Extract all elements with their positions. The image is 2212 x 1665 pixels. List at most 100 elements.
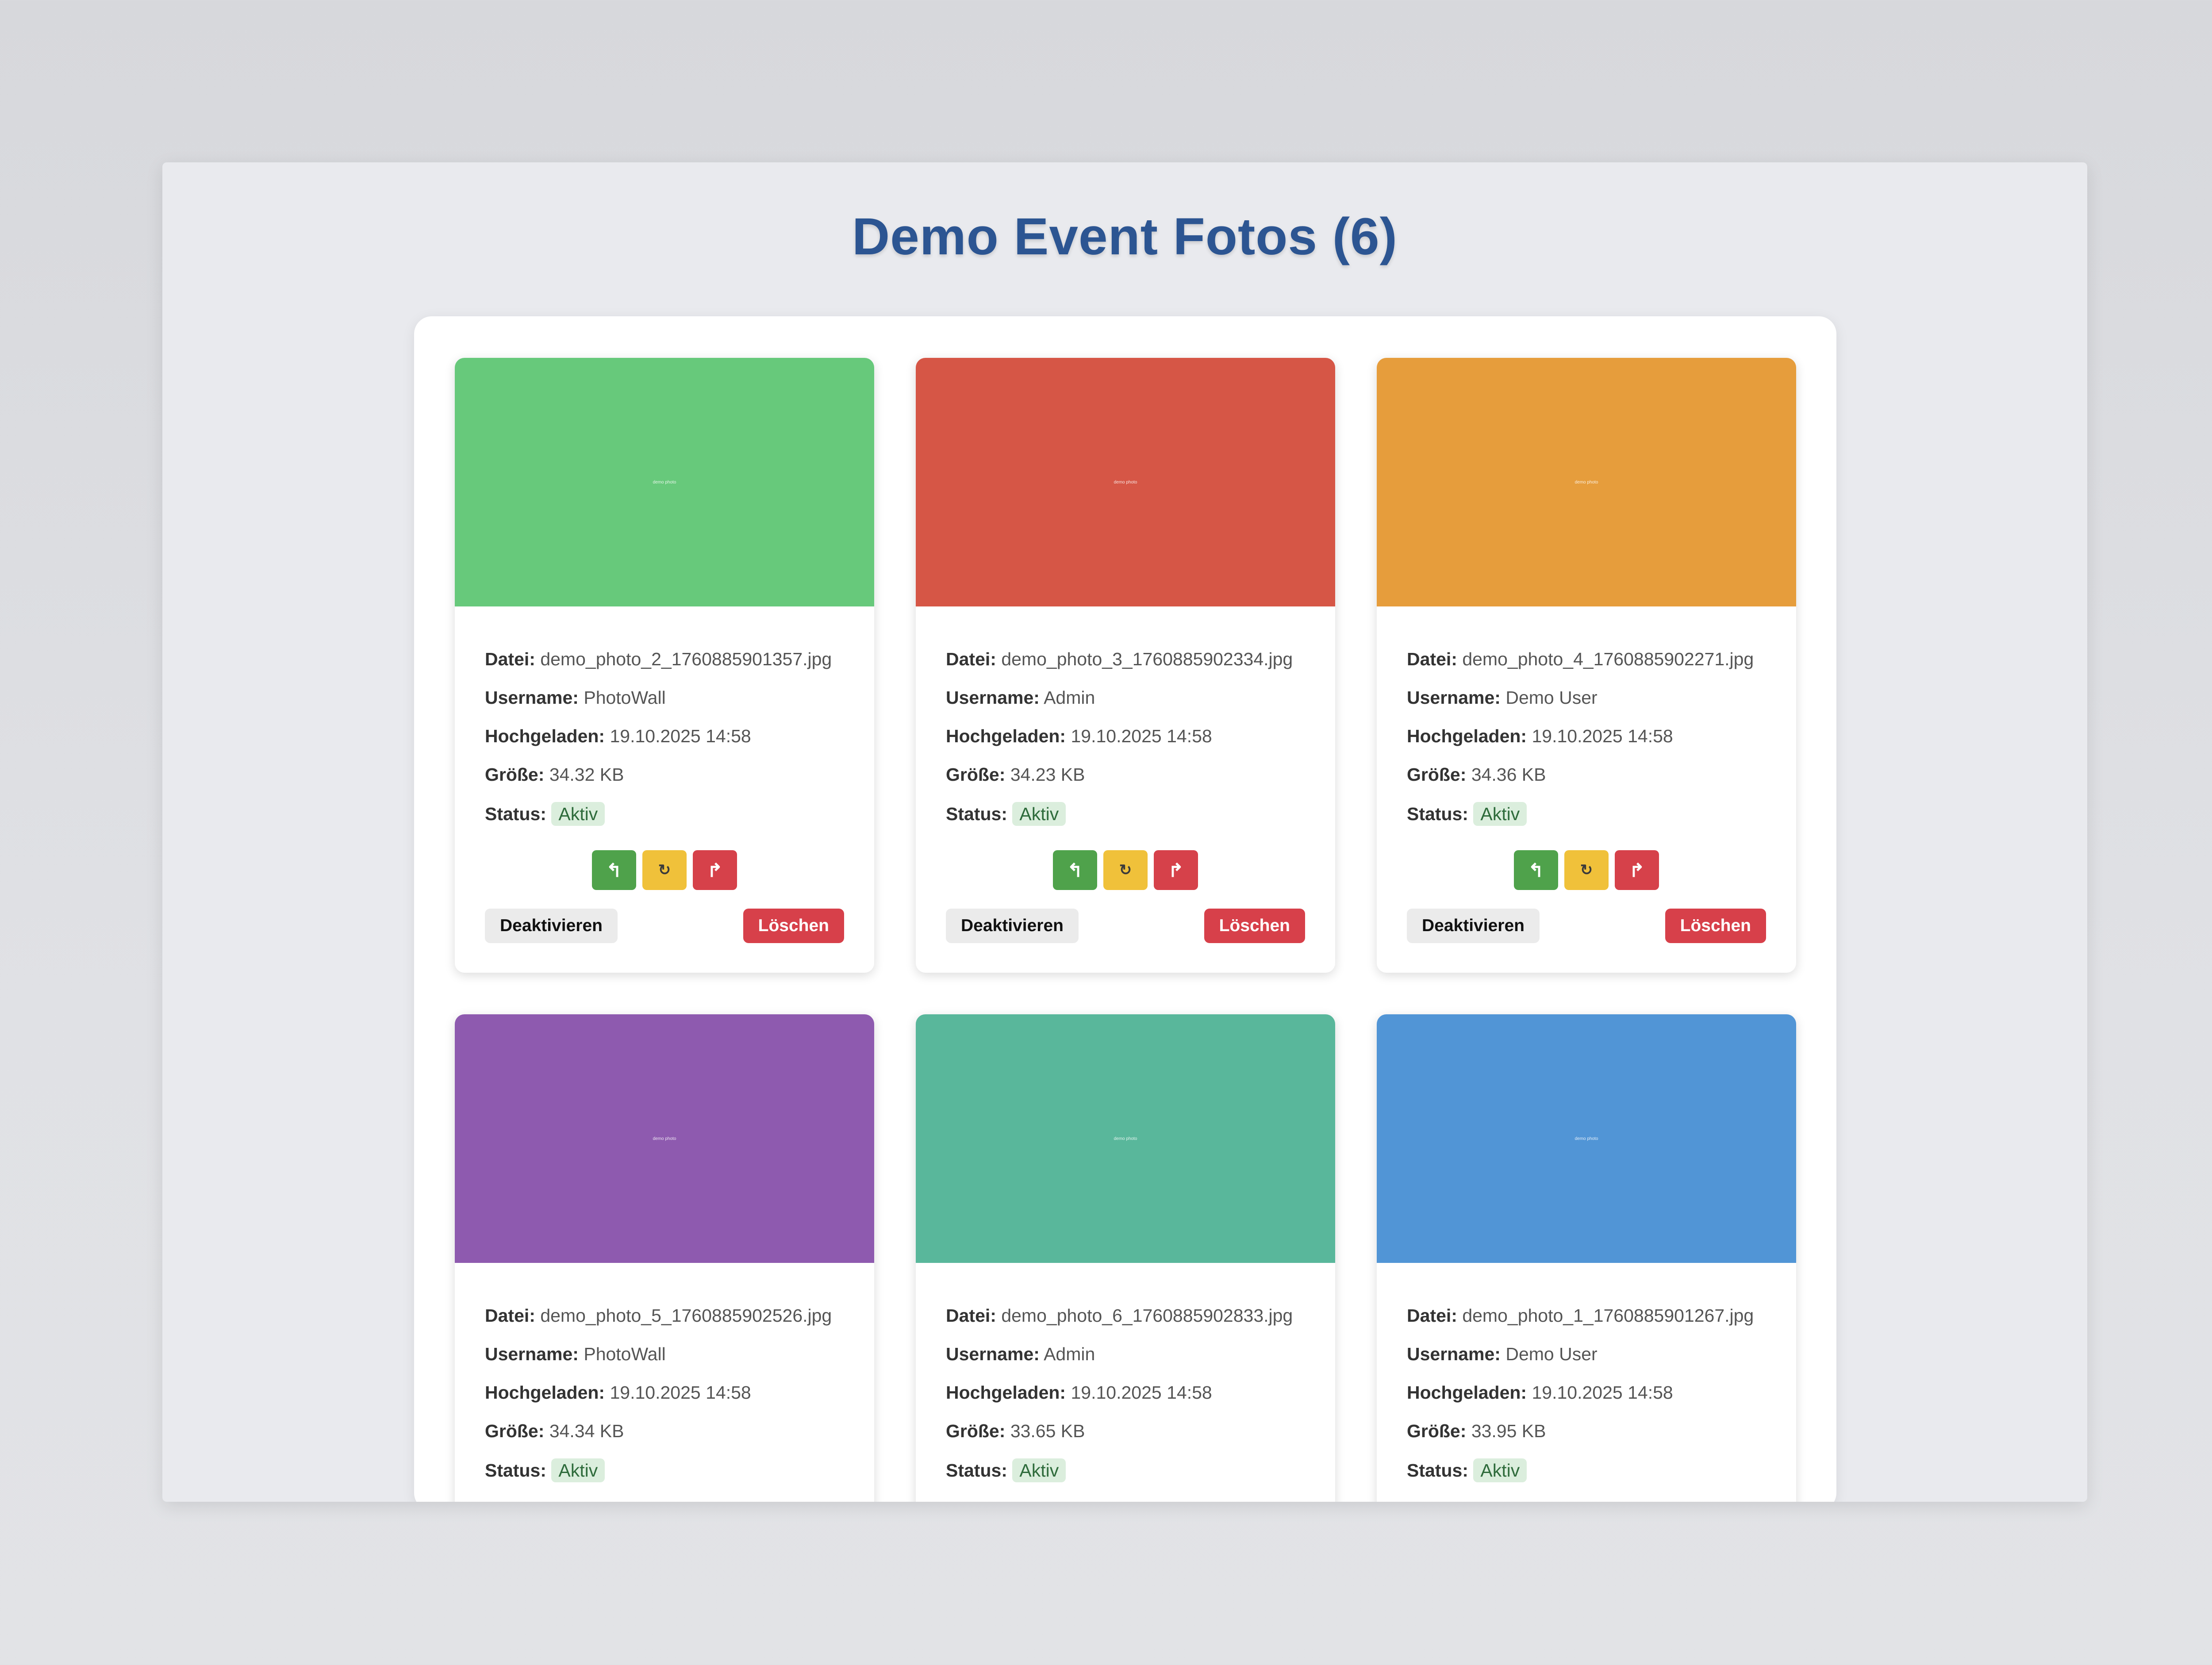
- size-label: Größe:: [485, 1421, 545, 1441]
- size-label: Größe:: [1407, 1421, 1467, 1441]
- size-value: 34.23 KB: [1010, 764, 1085, 785]
- size-row: Größe: 33.65 KB: [946, 1420, 1305, 1458]
- card-actions: Deaktivieren Löschen: [485, 909, 844, 943]
- thumbnail-caption: demo photo: [653, 480, 676, 485]
- username-label: Username:: [1407, 1344, 1501, 1364]
- status-row: Status: Aktiv: [946, 802, 1305, 840]
- size-row: Größe: 34.32 KB: [485, 763, 844, 802]
- thumbnail-caption: demo photo: [1114, 1136, 1137, 1141]
- size-value: 33.95 KB: [1471, 1421, 1546, 1441]
- username-value: PhotoWall: [584, 687, 666, 708]
- file-value: demo_photo_3_1760885902334.jpg: [1001, 649, 1293, 669]
- uploaded-label: Hochgeladen:: [1407, 1382, 1527, 1403]
- rotate-controls: ↰ ↻ ↱: [485, 850, 844, 890]
- status-label: Status:: [946, 804, 1007, 824]
- username-row: Username: Demo User: [1407, 1343, 1766, 1381]
- delete-button[interactable]: Löschen: [743, 909, 844, 943]
- file-value: demo_photo_6_1760885902833.jpg: [1001, 1305, 1293, 1326]
- username-row: Username: PhotoWall: [485, 687, 844, 725]
- thumbnail-caption: demo photo: [1575, 1136, 1598, 1141]
- uploaded-row: Hochgeladen: 19.10.2025 14:58: [1407, 1381, 1766, 1420]
- rotate-right-button[interactable]: ↱: [693, 850, 737, 890]
- size-row: Größe: 34.36 KB: [1407, 763, 1766, 802]
- photo-grid: demo photo Datei: demo_photo_2_176088590…: [455, 358, 1796, 1502]
- rotate-left-button[interactable]: ↰: [592, 850, 636, 890]
- photo-gallery-panel[interactable]: demo photo Datei: demo_photo_2_176088590…: [414, 316, 1836, 1502]
- thumbnail-caption: demo photo: [653, 1136, 676, 1141]
- reset-rotation-button[interactable]: ↻: [642, 850, 687, 890]
- uploaded-label: Hochgeladen:: [946, 1382, 1066, 1403]
- status-badge: Aktiv: [551, 802, 605, 826]
- size-value: 34.34 KB: [549, 1421, 624, 1441]
- username-row: Username: Admin: [946, 1343, 1305, 1381]
- photo-thumbnail[interactable]: demo photo: [916, 1014, 1335, 1263]
- uploaded-value: 19.10.2025 14:58: [1532, 726, 1673, 746]
- status-row: Status: Aktiv: [485, 802, 844, 840]
- card-actions: Deaktivieren Löschen: [946, 909, 1305, 943]
- photo-card: demo photo Datei: demo_photo_4_176088590…: [1377, 358, 1796, 973]
- username-label: Username:: [946, 687, 1040, 708]
- photo-info: Datei: demo_photo_1_1760885901267.jpg Us…: [1377, 1263, 1796, 1497]
- status-row: Status: Aktiv: [1407, 802, 1766, 840]
- photo-info: Datei: demo_photo_6_1760885902833.jpg Us…: [916, 1263, 1335, 1497]
- username-label: Username:: [485, 687, 579, 708]
- deactivate-button[interactable]: Deaktivieren: [1407, 909, 1540, 943]
- uploaded-label: Hochgeladen:: [485, 1382, 605, 1403]
- status-row: Status: Aktiv: [485, 1458, 844, 1497]
- status-label: Status:: [485, 804, 546, 824]
- photo-thumbnail[interactable]: demo photo: [455, 1014, 874, 1263]
- reset-rotation-button[interactable]: ↻: [1564, 850, 1609, 890]
- file-label: Datei:: [485, 1305, 535, 1326]
- file-row: Datei: demo_photo_6_1760885902833.jpg: [946, 1304, 1305, 1343]
- status-label: Status:: [485, 1460, 546, 1481]
- file-value: demo_photo_1_1760885901267.jpg: [1462, 1305, 1754, 1326]
- username-value: Admin: [1044, 687, 1095, 708]
- photo-card: demo photo Datei: demo_photo_6_176088590…: [916, 1014, 1335, 1502]
- delete-button[interactable]: Löschen: [1665, 909, 1766, 943]
- photo-card: demo photo Datei: demo_photo_3_176088590…: [916, 358, 1335, 973]
- thumbnail-caption: demo photo: [1575, 480, 1598, 485]
- uploaded-value: 19.10.2025 14:58: [1071, 1382, 1212, 1403]
- photo-card: demo photo Datei: demo_photo_5_176088590…: [455, 1014, 874, 1502]
- rotate-right-button[interactable]: ↱: [1615, 850, 1659, 890]
- uploaded-value: 19.10.2025 14:58: [610, 726, 751, 746]
- size-value: 34.32 KB: [549, 764, 624, 785]
- thumbnail-caption: demo photo: [1114, 480, 1137, 485]
- status-row: Status: Aktiv: [946, 1458, 1305, 1497]
- rotate-controls: ↰ ↻ ↱: [1407, 850, 1766, 890]
- size-value: 33.65 KB: [1010, 1421, 1085, 1441]
- status-badge: Aktiv: [1473, 1458, 1527, 1482]
- uploaded-label: Hochgeladen:: [1407, 726, 1527, 746]
- size-label: Größe:: [946, 1421, 1006, 1441]
- card-actions: Deaktivieren Löschen: [1407, 909, 1766, 943]
- delete-button[interactable]: Löschen: [1204, 909, 1305, 943]
- uploaded-value: 19.10.2025 14:58: [1071, 726, 1212, 746]
- file-row: Datei: demo_photo_5_1760885902526.jpg: [485, 1304, 844, 1343]
- photo-thumbnail[interactable]: demo photo: [455, 358, 874, 606]
- deactivate-button[interactable]: Deaktivieren: [485, 909, 618, 943]
- username-row: Username: Demo User: [1407, 687, 1766, 725]
- photo-thumbnail[interactable]: demo photo: [916, 358, 1335, 606]
- photo-thumbnail[interactable]: demo photo: [1377, 1014, 1796, 1263]
- size-label: Größe:: [485, 764, 545, 785]
- rotate-right-button[interactable]: ↱: [1154, 850, 1198, 890]
- file-row: Datei: demo_photo_4_1760885902271.jpg: [1407, 648, 1766, 687]
- rotate-left-button[interactable]: ↰: [1514, 850, 1558, 890]
- size-row: Größe: 34.23 KB: [946, 763, 1305, 802]
- username-label: Username:: [1407, 687, 1501, 708]
- size-row: Größe: 34.34 KB: [485, 1420, 844, 1458]
- file-label: Datei:: [946, 1305, 996, 1326]
- reset-rotation-button[interactable]: ↻: [1103, 850, 1148, 890]
- uploaded-value: 19.10.2025 14:58: [610, 1382, 751, 1403]
- file-value: demo_photo_5_1760885902526.jpg: [540, 1305, 832, 1326]
- deactivate-button[interactable]: Deaktivieren: [946, 909, 1079, 943]
- photo-thumbnail[interactable]: demo photo: [1377, 358, 1796, 606]
- photo-info: Datei: demo_photo_3_1760885902334.jpg Us…: [916, 606, 1335, 943]
- status-label: Status:: [946, 1460, 1007, 1481]
- app-window: Demo Event Fotos (6) demo photo Datei: d…: [162, 162, 2087, 1502]
- uploaded-label: Hochgeladen:: [946, 726, 1066, 746]
- status-badge: Aktiv: [1012, 802, 1066, 826]
- rotate-left-button[interactable]: ↰: [1053, 850, 1097, 890]
- username-value: Admin: [1044, 1344, 1095, 1364]
- file-label: Datei:: [485, 649, 535, 669]
